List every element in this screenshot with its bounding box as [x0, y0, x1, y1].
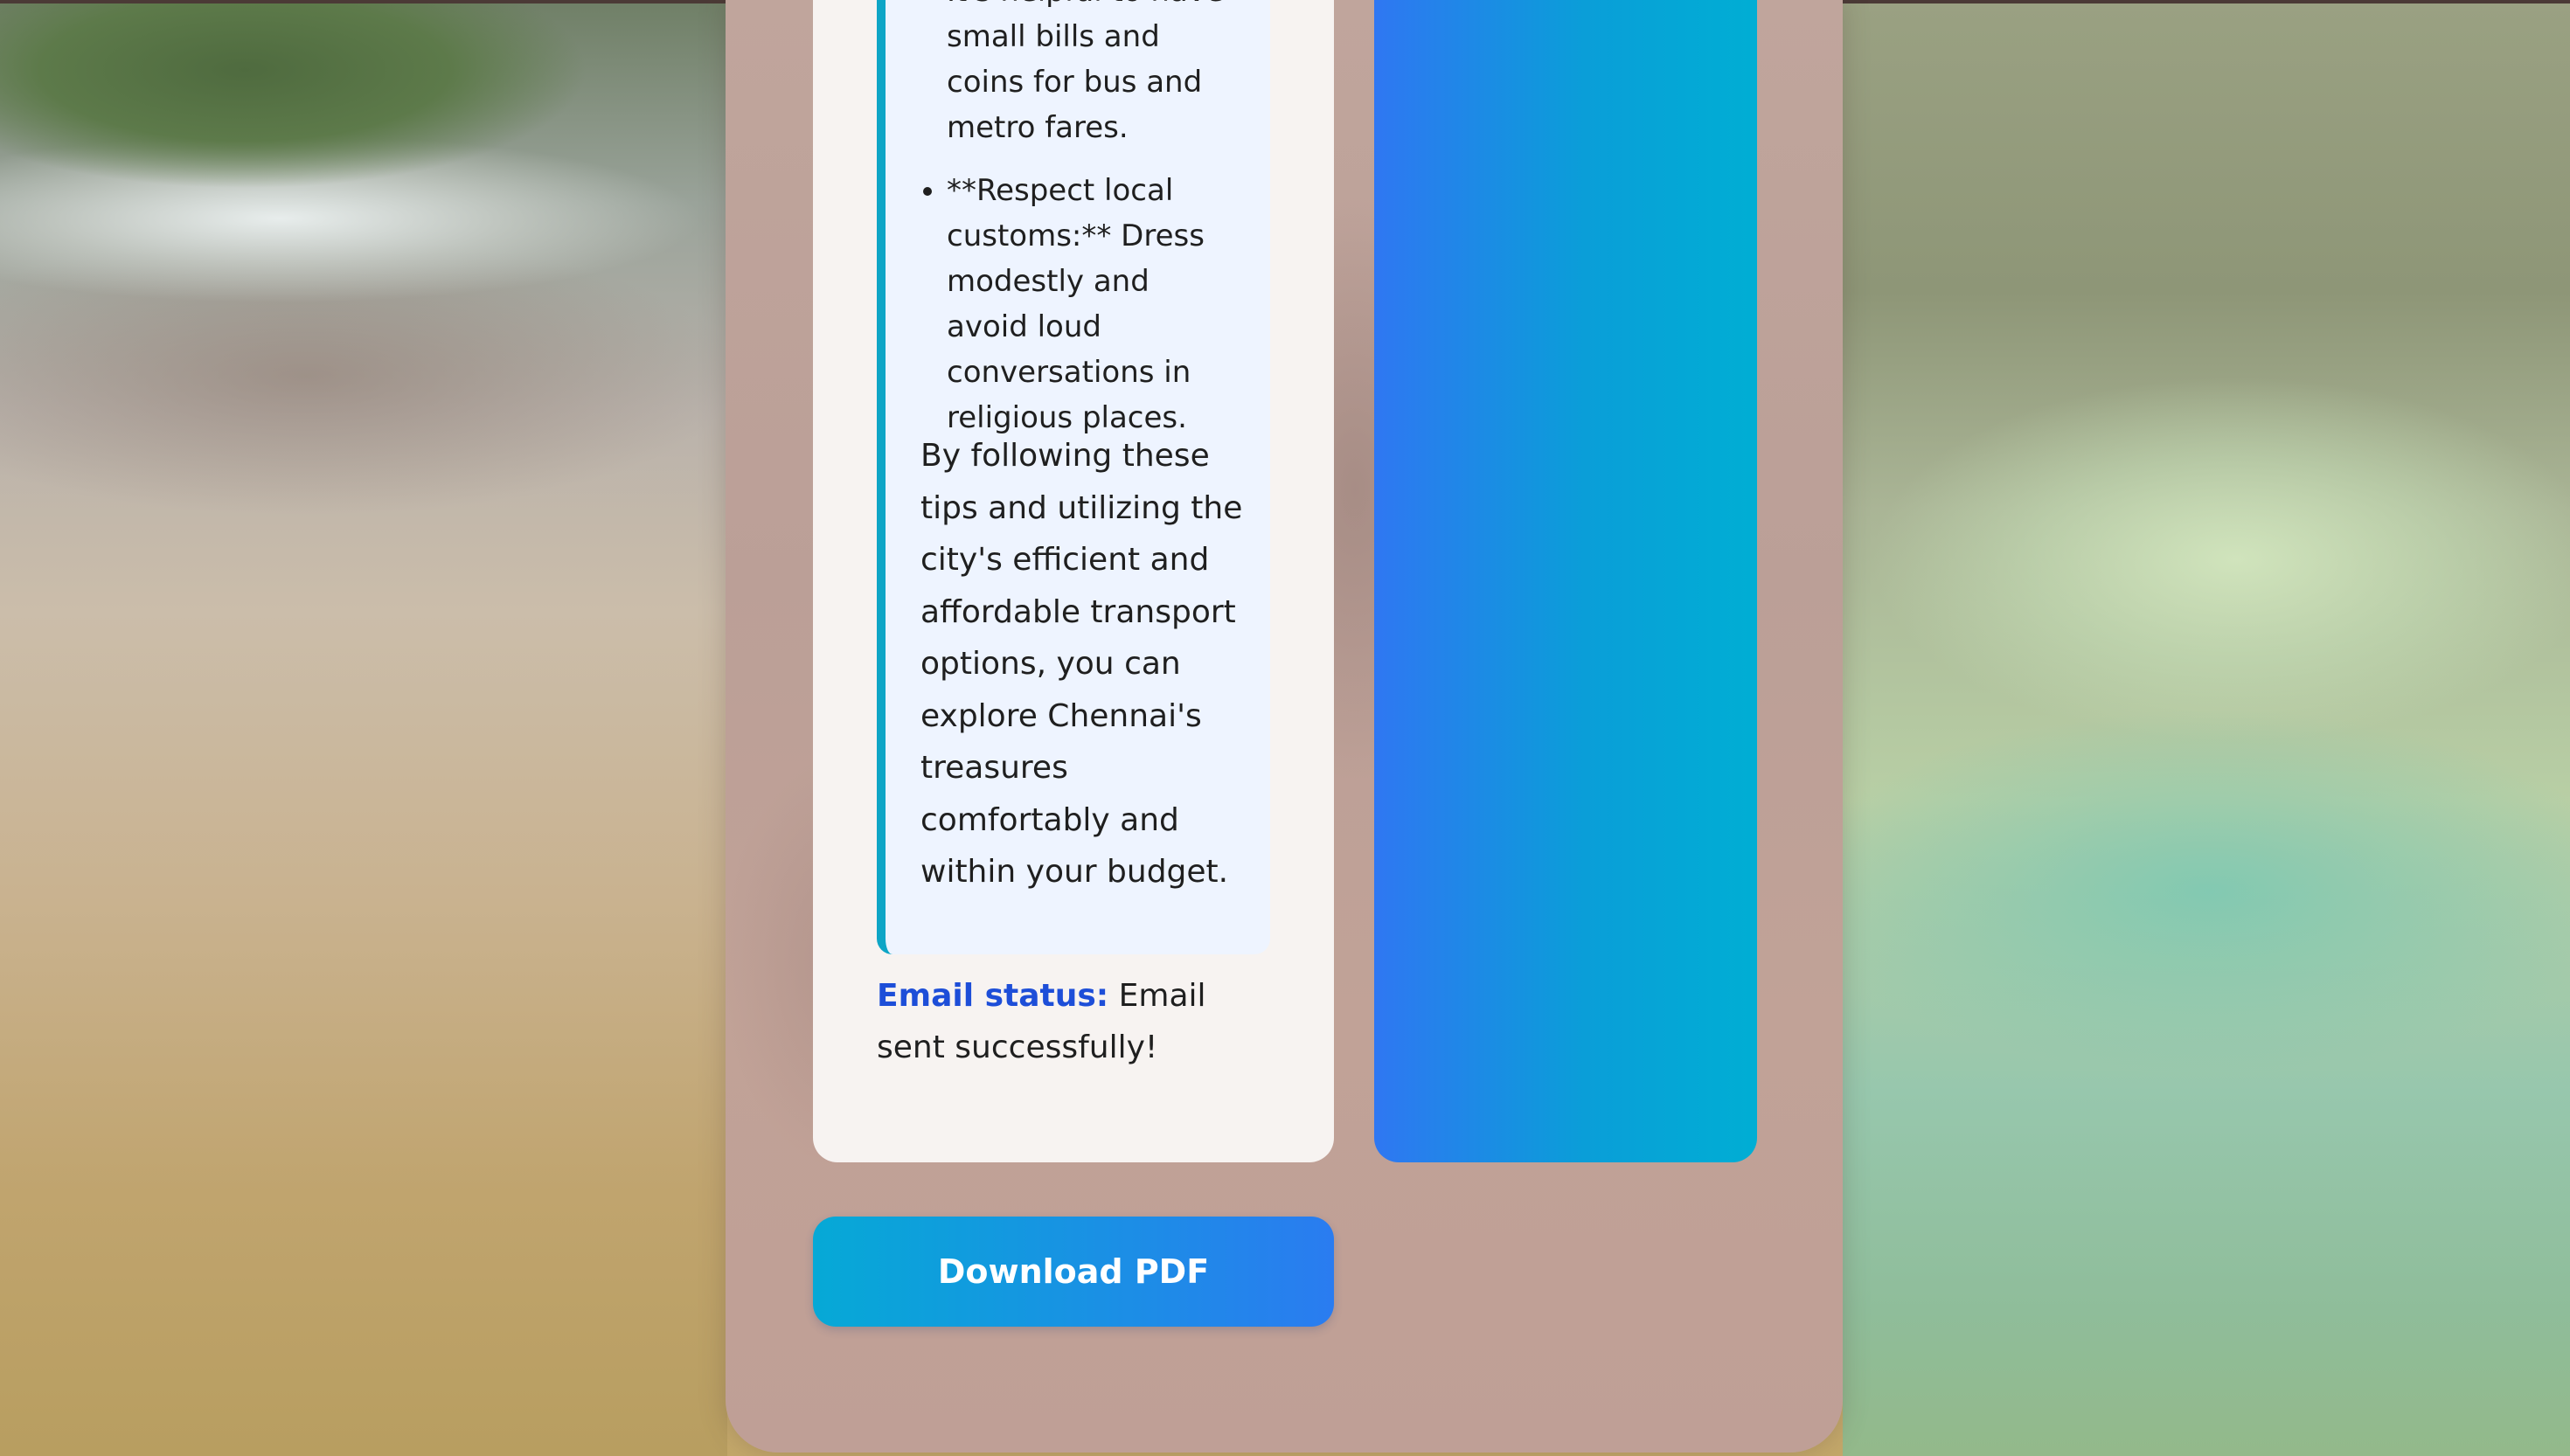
- download-pdf-button[interactable]: Download PDF: [813, 1217, 1334, 1327]
- background-image-right: [1843, 0, 2570, 1456]
- background-image-left: [0, 0, 727, 1456]
- summary-paragraph: By following these tips and utilizing th…: [920, 438, 1243, 890]
- email-status: Email status: Email sent successfully!: [877, 970, 1270, 1073]
- itinerary-content[interactable]: It's helpful to have small bills and coi…: [877, 0, 1270, 954]
- list-item: **Respect local customs:** Dress modestl…: [947, 168, 1235, 440]
- itinerary-card: It's helpful to have small bills and coi…: [813, 0, 1334, 1162]
- email-status-label: Email status:: [877, 978, 1109, 1014]
- side-panel: [1374, 0, 1757, 1162]
- travel-tips-list: It's helpful to have small bills and coi…: [912, 0, 1235, 458]
- list-item: It's helpful to have small bills and coi…: [947, 0, 1235, 150]
